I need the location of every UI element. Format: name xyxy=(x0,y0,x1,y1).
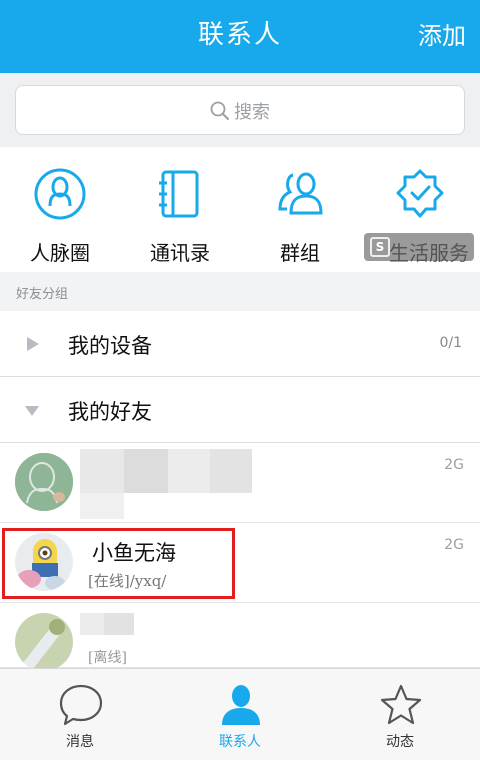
tab-label: 动态 xyxy=(386,734,414,750)
group-row-friends[interactable]: 我的好友 xyxy=(0,377,480,443)
quick-action-label: 群组 xyxy=(280,241,320,265)
group-name: 我的好友 xyxy=(68,400,152,424)
tab-feed[interactable]: 动态 xyxy=(320,669,480,760)
quick-actions: 人脉圈 通讯录 群组 S 生活服务 xyxy=(0,147,480,272)
quick-action-address-book[interactable]: 通讯录 xyxy=(120,147,240,272)
quick-action-groups[interactable]: 群组 xyxy=(240,147,360,272)
search-input[interactable]: 搜索 xyxy=(15,85,465,135)
network-label: 2G xyxy=(444,537,464,553)
search-placeholder: 搜索 xyxy=(234,102,270,123)
contact-person-icon xyxy=(222,685,260,725)
page-title: 联系人 xyxy=(197,20,282,50)
tab-contacts[interactable]: 联系人 xyxy=(160,669,320,760)
tab-messages[interactable]: 消息 xyxy=(0,669,160,760)
chevron-down-icon xyxy=(25,406,39,416)
star-icon xyxy=(380,684,422,725)
person-circle-icon xyxy=(34,168,86,220)
quick-action-label: 通讯录 xyxy=(150,241,210,265)
quick-action-life-service[interactable]: S 生活服务 xyxy=(360,147,480,272)
friend-row[interactable]: [离线] xyxy=(0,603,480,671)
friend-row[interactable]: 2G xyxy=(0,443,480,523)
network-label: 2G xyxy=(444,457,464,473)
address-book-icon xyxy=(159,170,199,218)
group-row-devices[interactable]: 我的设备 0/1 xyxy=(0,311,480,377)
highlight-box xyxy=(2,528,235,599)
bottom-tab-bar: 消息 联系人 动态 xyxy=(0,668,480,760)
tab-label: 联系人 xyxy=(219,734,261,750)
avatar xyxy=(15,453,73,511)
search-area: 搜索 xyxy=(0,73,480,147)
add-button[interactable]: 添加 xyxy=(418,16,466,51)
search-icon xyxy=(210,101,229,120)
badge-check-icon xyxy=(396,169,444,218)
chat-bubble-icon xyxy=(59,684,103,726)
avatar xyxy=(15,613,73,671)
chevron-right-icon xyxy=(27,337,39,351)
quick-action-label: 人脉圈 xyxy=(30,241,90,265)
tab-label: 消息 xyxy=(66,734,94,750)
friend-status: [离线] xyxy=(88,650,127,666)
blurred-name xyxy=(80,613,104,635)
blurred-name xyxy=(80,449,252,519)
section-label: 好友分组 xyxy=(16,287,69,302)
quick-action-label: 生活服务 xyxy=(389,241,469,265)
group-icon xyxy=(278,172,323,215)
group-count: 0/1 xyxy=(439,335,462,351)
group-name: 我的设备 xyxy=(68,334,152,358)
top-bar: 联系人 添加 xyxy=(0,0,480,73)
quick-action-network[interactable]: 人脉圈 xyxy=(0,147,120,272)
